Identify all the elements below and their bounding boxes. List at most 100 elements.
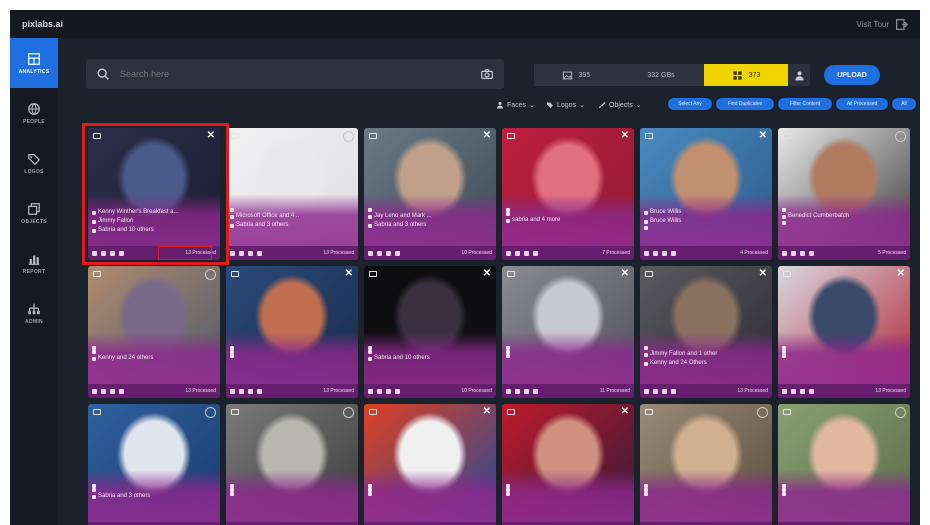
search-bar[interactable] — [86, 59, 504, 89]
globe-icon — [28, 102, 40, 115]
bullet-icon — [782, 354, 786, 358]
card-meta-line — [644, 492, 768, 496]
image-icon — [562, 71, 572, 79]
card-meta-text: Bruce Willis — [650, 209, 682, 215]
brush-icon — [110, 388, 115, 394]
card-meta: Jay Leno and Mark ... Sabria and 3 others — [368, 208, 492, 230]
bullet-icon — [92, 210, 96, 215]
close-icon[interactable]: ✕ — [345, 269, 353, 279]
chip-filter-content[interactable]: Filter Content — [778, 98, 832, 110]
upload-button[interactable]: UPLOAD — [824, 65, 880, 85]
media-card[interactable]: Microsoft Office and 4 .. Sabria and 3 ot… — [226, 128, 358, 260]
sidebar-item-admin[interactable]: ADMIN — [10, 288, 58, 338]
media-card[interactable]: ✕ Kenny Winther's Breakfast a... Jimmy Fal… — [88, 128, 220, 260]
visit-tour-link[interactable]: Visit Tour — [856, 18, 908, 31]
bullet-icon — [368, 350, 372, 354]
filter-faces[interactable]: Faces ⌄ — [496, 98, 535, 112]
close-icon[interactable]: ✕ — [621, 131, 629, 141]
network-icon — [28, 303, 40, 314]
stat-grid-active[interactable]: 373 — [704, 64, 788, 86]
close-icon[interactable]: ✕ — [483, 269, 491, 279]
media-card[interactable] — [640, 404, 772, 525]
media-card[interactable]: Benedict Cumberbatch 5 Processed — [778, 128, 910, 260]
filter-logos[interactable]: Logos ⌄ — [546, 98, 585, 112]
card-footer-icons — [368, 250, 400, 256]
card-footer-icons — [92, 388, 124, 394]
user-icon — [794, 70, 804, 80]
sidebar-item-objects[interactable]: OBJECTS — [10, 188, 58, 238]
card-meta-text: Benedict Cumberbatch — [788, 213, 850, 219]
card-meta-line: Benedict Cumberbatch — [782, 212, 906, 221]
bullet-icon — [92, 219, 96, 224]
media-type-icon — [645, 133, 653, 139]
sidebar-item-report[interactable]: REPORT — [10, 238, 58, 288]
user-icon — [782, 250, 787, 256]
card-meta — [782, 346, 906, 358]
stat-images[interactable]: 395 — [534, 64, 618, 86]
status-highlight-box — [158, 246, 212, 260]
bullet-icon — [92, 350, 96, 354]
media-card[interactable]: ✕ 13 Processed — [226, 266, 358, 398]
media-type-icon — [783, 409, 791, 415]
tag-icon — [515, 388, 520, 394]
bullet-icon — [230, 208, 234, 212]
card-footer-icons — [644, 388, 676, 394]
media-card[interactable]: ✕ — [364, 404, 496, 525]
media-card[interactable]: ✕ Jay Leno and Mark ... Sabria and 3 other… — [364, 128, 496, 260]
bullet-icon — [230, 492, 234, 496]
media-card[interactable]: ✕ 11 Processed — [502, 266, 634, 398]
close-icon[interactable]: ✕ — [759, 131, 767, 141]
close-icon[interactable]: ✕ — [759, 269, 767, 279]
tag-icon — [28, 153, 41, 165]
media-card[interactable]: Kenny and 24 others 13 Processed — [88, 266, 220, 398]
chip-all-processed[interactable]: All Processed — [836, 98, 888, 110]
media-card[interactable]: ✕ — [502, 404, 634, 525]
exit-icon — [896, 18, 908, 30]
select-circle-icon[interactable] — [757, 407, 768, 418]
close-icon[interactable]: ✕ — [483, 131, 491, 141]
media-card[interactable]: ✕ Jimmy Fallon and 1 other Kenny and 24 Ot… — [640, 266, 772, 398]
bullet-icon — [368, 223, 372, 228]
select-circle-icon[interactable] — [205, 269, 216, 280]
media-card[interactable]: ✕ sabria and 4 more 7 Processed — [502, 128, 634, 260]
select-circle-icon[interactable] — [343, 407, 354, 418]
select-circle-icon[interactable] — [205, 407, 216, 418]
sidebar-item-people[interactable]: PEOPLE — [10, 88, 58, 138]
close-icon[interactable]: ✕ — [207, 131, 215, 141]
search-input[interactable] — [120, 69, 470, 79]
bullet-icon — [644, 346, 648, 350]
sidebar-item-logos[interactable]: LOGOS — [10, 138, 58, 188]
copy-icon — [28, 202, 40, 215]
media-card[interactable]: ✕ Bruce Willis Bruce Willis 4 Processed — [640, 128, 772, 260]
chip-find-duplicates[interactable]: Find Duplicates — [716, 98, 774, 110]
brush-icon — [110, 250, 115, 256]
select-circle-icon[interactable] — [895, 131, 906, 142]
close-icon[interactable]: ✕ — [621, 269, 629, 279]
select-circle-icon[interactable] — [895, 407, 906, 418]
media-type-icon — [93, 133, 101, 139]
chip-all[interactable]: All — [892, 98, 916, 110]
media-card[interactable] — [778, 404, 910, 525]
camera-search-icon[interactable] — [480, 67, 494, 81]
close-icon[interactable]: ✕ — [483, 407, 491, 417]
media-card[interactable]: ✕ Sabria and 10 others 10 Processed — [364, 266, 496, 398]
card-meta-line — [782, 354, 906, 358]
card-meta-line: Sabria and 3 others — [92, 492, 216, 501]
media-card[interactable] — [226, 404, 358, 525]
media-card[interactable]: Sabria and 3 others — [88, 404, 220, 525]
select-circle-icon[interactable] — [343, 131, 354, 142]
user-button[interactable] — [788, 64, 810, 86]
card-footer-icons — [368, 388, 400, 394]
chip-select-any[interactable]: Select Any — [668, 98, 712, 110]
card-overlay — [778, 266, 910, 398]
close-icon[interactable]: ✕ — [897, 269, 905, 279]
close-icon[interactable]: ✕ — [621, 407, 629, 417]
filter-objects[interactable]: Objects ⌄ — [598, 98, 642, 112]
media-card[interactable]: ✕ 13 Processed — [778, 266, 910, 398]
bullet-icon — [92, 494, 96, 499]
card-meta: Kenny Winther's Breakfast a... Jimmy Fall… — [92, 208, 216, 235]
tag-icon — [547, 102, 553, 108]
sidebar-item-analytics[interactable]: ANALYTICS — [10, 38, 58, 88]
bullet-icon — [782, 208, 786, 212]
media-type-icon — [369, 133, 377, 139]
